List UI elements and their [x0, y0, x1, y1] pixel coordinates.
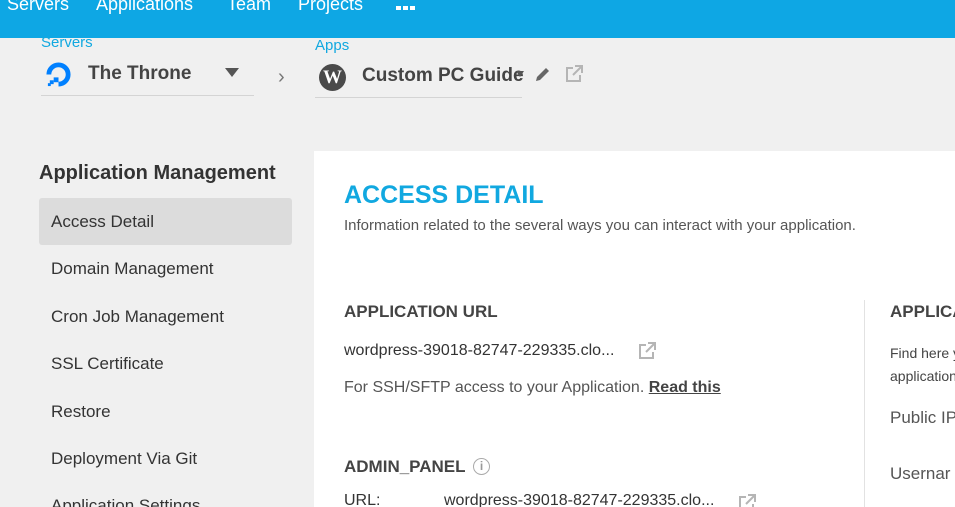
ssh-note-text: For SSH/SFTP access to your Application. [344, 379, 645, 396]
application-credentials-heading: APPLICA [890, 302, 955, 321]
credentials-description-line1: Find here y [890, 345, 955, 361]
username-label: Usernar [890, 464, 951, 483]
admin-url-value: wordpress-39018-82747-229335.clo... [444, 492, 715, 507]
application-url-value: wordpress-39018-82747-229335.clo... [344, 342, 615, 359]
page-description: Information related to the several ways … [344, 217, 856, 234]
read-this-link[interactable]: Read this [649, 379, 721, 396]
nav-team[interactable]: Team [227, 0, 271, 15]
sidebar-item-cron-job-management[interactable]: Cron Job Management [39, 293, 292, 340]
admin-url-label: URL: [344, 492, 381, 507]
page-title: ACCESS DETAIL [344, 181, 544, 209]
sidebar-item-application-settings[interactable]: Application Settings [39, 482, 292, 507]
edit-icon[interactable] [534, 65, 552, 83]
chevron-down-icon [516, 71, 524, 77]
sidebar-item-deployment-via-git[interactable]: Deployment Via Git [39, 435, 292, 482]
chevron-right-icon: › [278, 66, 285, 88]
sidebar-item-restore[interactable]: Restore [39, 388, 292, 435]
external-link-icon[interactable] [564, 64, 584, 84]
credentials-description-line2: application [890, 368, 955, 384]
top-navbar: Servers Applications Team Projects [0, 0, 955, 38]
grid-icon[interactable] [396, 0, 416, 14]
wordpress-icon: W [319, 64, 346, 91]
public-ip-label: Public IP [890, 408, 955, 427]
apps-label: Apps [315, 37, 350, 54]
admin-panel-heading: ADMIN_PANEL [344, 457, 466, 476]
sidebar-item-access-detail[interactable]: Access Detail [39, 198, 292, 245]
chevron-down-icon [225, 68, 239, 77]
nav-projects[interactable]: Projects [298, 0, 363, 15]
ssh-note: For SSH/SFTP access to your Application.… [344, 379, 721, 397]
external-link-icon[interactable] [737, 493, 757, 507]
sidebar-item-ssl-certificate[interactable]: SSL Certificate [39, 340, 292, 387]
nav-applications[interactable]: Applications [96, 0, 193, 15]
application-url-heading: APPLICATION URL [344, 302, 498, 321]
servers-label: Servers [41, 34, 93, 51]
info-icon[interactable]: i [473, 458, 490, 475]
external-link-icon[interactable] [637, 341, 657, 361]
column-divider [864, 300, 865, 507]
app-selector[interactable]: W Custom PC Guide [315, 54, 524, 98]
server-selector[interactable]: The Throne [41, 52, 254, 96]
digitalocean-icon [46, 62, 71, 87]
server-name: The Throne [88, 63, 192, 84]
app-name: Custom PC Guide [362, 65, 524, 86]
sidebar-item-domain-management[interactable]: Domain Management [39, 245, 292, 292]
nav-servers[interactable]: Servers [7, 0, 69, 15]
sidebar-heading: Application Management [39, 162, 276, 184]
access-detail-panel: ACCESS DETAIL Information related to the… [314, 151, 955, 507]
